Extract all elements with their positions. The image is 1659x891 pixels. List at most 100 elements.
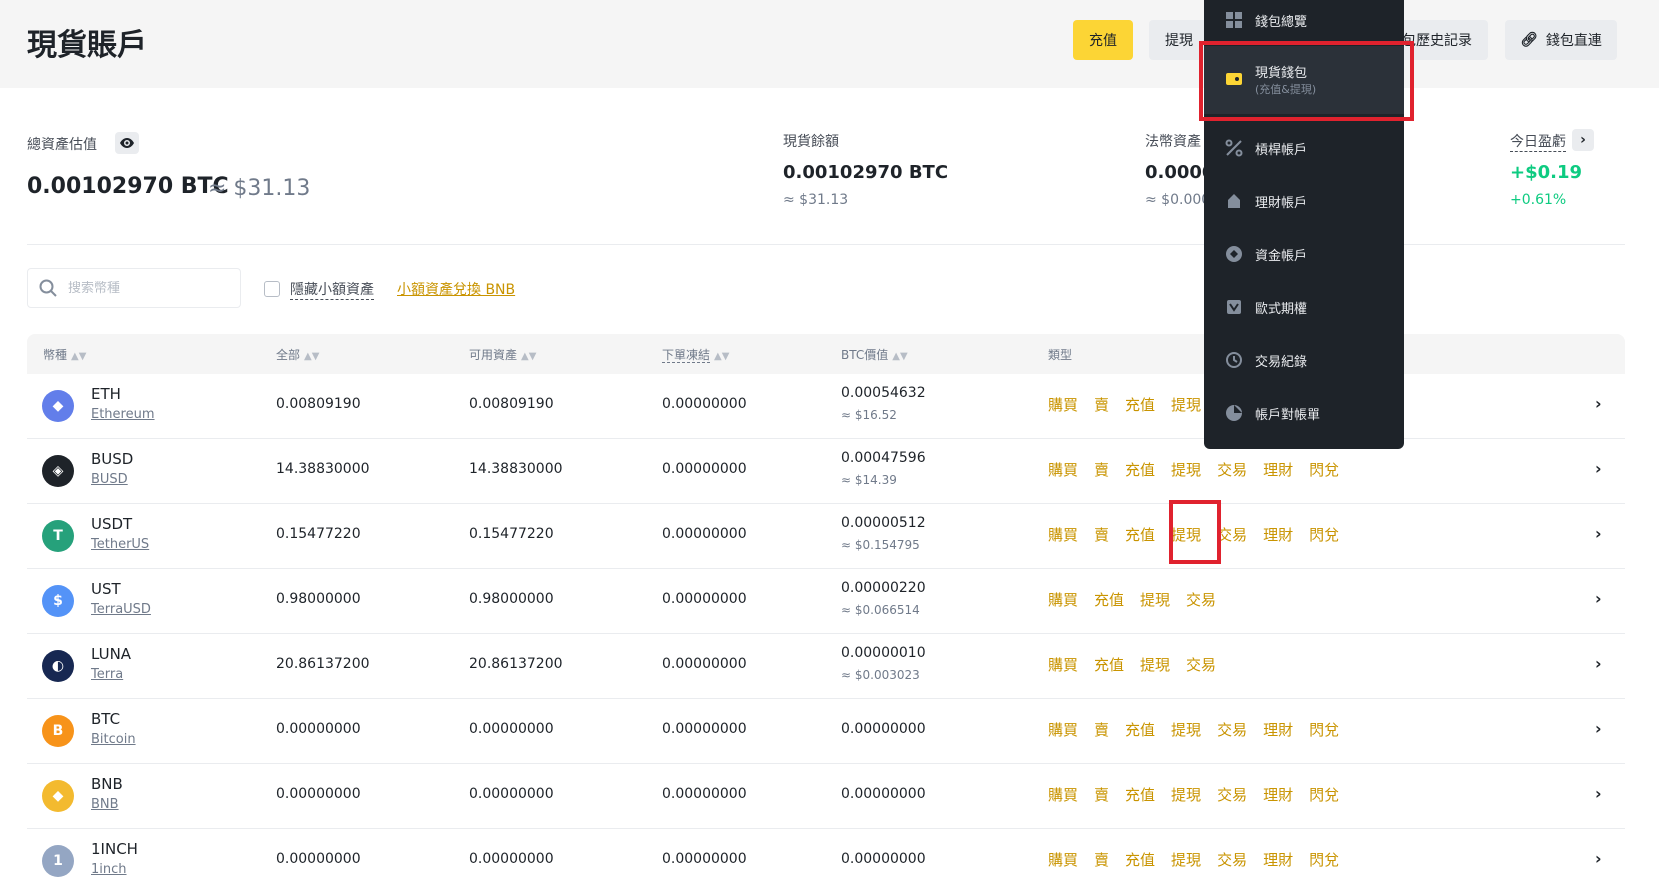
menu-item-options[interactable]: 歐式期權 (1204, 279, 1404, 335)
action-links: 購買賣充值 提現 交易 理財 閃兌 (1048, 784, 1339, 805)
chevron-right-icon[interactable]: › (1572, 129, 1594, 151)
coin-name-link[interactable]: Bitcoin (91, 732, 136, 747)
table-row: T USDT TetherUS 0.15477220 0.15477220 0.00000… (27, 504, 1625, 569)
sort-icon: ▲▼ (71, 351, 87, 362)
coin-symbol: BUSD (91, 450, 134, 468)
action-link[interactable]: 購買 (1048, 394, 1078, 415)
coin-name-link[interactable]: BNB (91, 797, 119, 812)
action-link[interactable]: 交易 (1186, 654, 1216, 675)
action-link[interactable]: 提現 (1171, 459, 1201, 480)
menu-item-overview[interactable]: 錢包總覽 (1204, 0, 1404, 40)
total-cell: 0.00000000 (276, 786, 361, 802)
action-link[interactable]: 提現 (1140, 589, 1170, 610)
action-link[interactable]: 賣 (1094, 394, 1109, 415)
sort-icon: ▲▼ (521, 351, 537, 362)
coin-name-link[interactable]: BUSD (91, 472, 128, 487)
action-link[interactable]: 交易 (1217, 849, 1247, 870)
search-input[interactable] (68, 280, 218, 296)
action-link[interactable]: 充值 (1125, 849, 1155, 870)
coin-name-link[interactable]: Terra (91, 667, 123, 682)
chevron-right-icon[interactable]: › (1595, 524, 1602, 543)
action-link[interactable]: 閃兌 (1309, 849, 1339, 870)
th-available[interactable]: 可用資產 ▲▼ (469, 346, 536, 363)
action-link[interactable]: 充值 (1125, 394, 1155, 415)
usd-value-cell: ≈ $14.39 (841, 473, 897, 487)
wallet-direct-label: 錢包直連 (1545, 33, 1602, 49)
total-btc-value: 0.00102970 BTC (27, 174, 229, 199)
action-link[interactable]: 購買 (1048, 524, 1078, 545)
action-link[interactable]: 閃兌 (1309, 784, 1339, 805)
coin-name-link[interactable]: TerraUSD (91, 602, 151, 617)
menu-item-margin[interactable]: 槓桿帳戶 (1204, 120, 1404, 176)
action-link[interactable]: 閃兌 (1309, 459, 1339, 480)
action-link[interactable]: 提現 (1171, 784, 1201, 805)
action-link[interactable]: 購買 (1048, 784, 1078, 805)
action-link[interactable]: 交易 (1186, 589, 1216, 610)
action-link[interactable]: 賣 (1094, 849, 1109, 870)
wallet-direct-button[interactable]: 🔗︎ 錢包直連 (1505, 20, 1617, 60)
action-link[interactable]: 閃兌 (1309, 719, 1339, 740)
action-link[interactable]: 購買 (1048, 849, 1078, 870)
th-in-order[interactable]: 下單凍結 ▲▼ (662, 346, 729, 363)
today-pnl-label[interactable]: 今日盈虧 (1510, 131, 1566, 152)
action-link[interactable]: 閃兌 (1309, 524, 1339, 545)
action-link[interactable]: 理財 (1263, 849, 1293, 870)
action-link[interactable]: 充值 (1125, 719, 1155, 740)
total-cell: 0.00000000 (276, 721, 361, 737)
action-link[interactable]: 提現 (1171, 719, 1201, 740)
in-order-cell: 0.00000000 (662, 721, 747, 737)
menu-item-history[interactable]: 交易紀錄 (1204, 332, 1404, 388)
action-link[interactable]: 交易 (1217, 459, 1247, 480)
hide-small-checkbox[interactable] (264, 281, 280, 297)
coin-symbol: USDT (91, 515, 133, 533)
chevron-right-icon[interactable]: › (1595, 719, 1602, 738)
action-link[interactable]: 充值 (1094, 654, 1124, 675)
action-link[interactable]: 充值 (1125, 524, 1155, 545)
action-link[interactable]: 充值 (1125, 784, 1155, 805)
hide-small-label[interactable]: 隱藏小額資產 (290, 279, 374, 300)
action-link[interactable]: 交易 (1217, 719, 1247, 740)
menu-item-funding[interactable]: 資金帳戶 (1204, 226, 1404, 282)
action-link[interactable]: 購買 (1048, 654, 1078, 675)
search-box[interactable] (27, 268, 241, 308)
action-link[interactable]: 提現 (1171, 394, 1201, 415)
coin-name-link[interactable]: 1inch (91, 862, 127, 877)
total-usd-value: ≈ $31.13 (208, 176, 311, 201)
action-link[interactable]: 充值 (1125, 459, 1155, 480)
action-link[interactable]: 賣 (1094, 524, 1109, 545)
convert-to-bnb-link[interactable]: 小額資產兌換 BNB (397, 279, 515, 299)
action-link[interactable]: 交易 (1217, 524, 1247, 545)
chevron-right-icon[interactable]: › (1595, 784, 1602, 803)
coin-name-link[interactable]: TetherUS (91, 537, 149, 552)
action-link[interactable]: 理財 (1263, 459, 1293, 480)
action-link[interactable]: 理財 (1263, 784, 1293, 805)
chevron-right-icon[interactable]: › (1595, 654, 1602, 673)
action-link[interactable]: 購買 (1048, 589, 1078, 610)
chevron-right-icon[interactable]: › (1595, 589, 1602, 608)
action-link[interactable]: 充值 (1094, 589, 1124, 610)
action-link[interactable]: 購買 (1048, 719, 1078, 740)
usd-value-cell: ≈ $0.154795 (841, 538, 920, 552)
usdt-icon: T (42, 520, 74, 552)
action-link[interactable]: 提現 (1140, 654, 1170, 675)
action-link[interactable]: 理財 (1263, 524, 1293, 545)
deposit-button[interactable]: 充值 (1073, 20, 1133, 60)
action-link[interactable]: 賣 (1094, 459, 1109, 480)
action-link[interactable]: 賣 (1094, 784, 1109, 805)
action-link[interactable]: 提現 (1171, 849, 1201, 870)
action-link[interactable]: 交易 (1217, 784, 1247, 805)
eth-icon: ◆ (42, 390, 74, 422)
menu-item-earn[interactable]: 理財帳戶 (1204, 173, 1404, 229)
action-link[interactable]: 購買 (1048, 459, 1078, 480)
chevron-right-icon[interactable]: › (1595, 849, 1602, 868)
action-link[interactable]: 賣 (1094, 719, 1109, 740)
eye-icon[interactable] (115, 132, 139, 154)
action-link[interactable]: 理財 (1263, 719, 1293, 740)
chevron-right-icon[interactable]: › (1595, 394, 1602, 413)
th-btc-value[interactable]: BTC價值 ▲▼ (841, 346, 908, 363)
menu-item-statement[interactable]: 帳戶對帳單 (1204, 385, 1404, 441)
th-coin[interactable]: 幣種 ▲▼ (43, 346, 86, 363)
th-total[interactable]: 全部 ▲▼ (276, 346, 319, 363)
chevron-right-icon[interactable]: › (1595, 459, 1602, 478)
coin-name-link[interactable]: Ethereum (91, 407, 155, 422)
